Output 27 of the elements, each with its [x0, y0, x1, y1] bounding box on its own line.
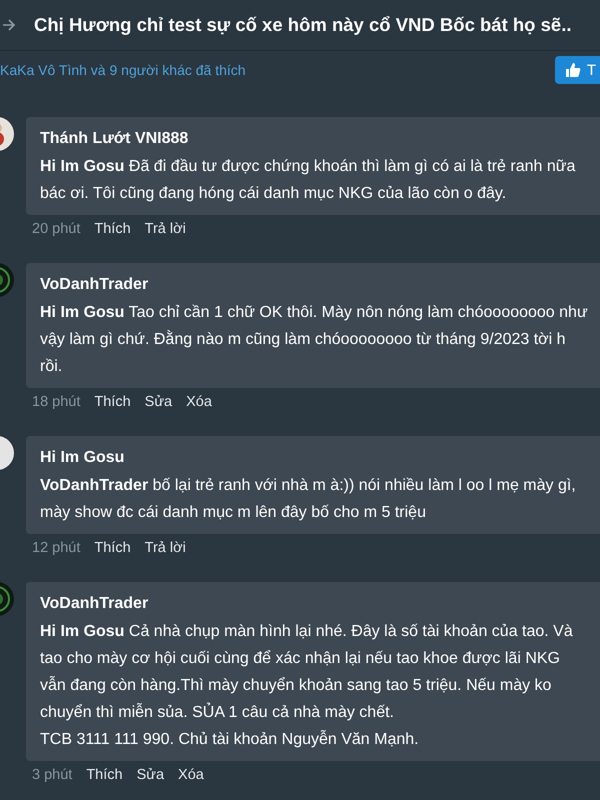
comment-action-link[interactable]: Thích [94, 540, 131, 556]
comment-time: 18 phút [32, 394, 80, 410]
likes-link[interactable]: KaKa Vô Tình và 9 người khác đã thích [0, 62, 246, 78]
comment-time: 20 phút [32, 221, 80, 237]
comment-text: Hi Im Gosu Cả nhà chụp màn hình lại nhé. Đây là số tài khoản của tao. Và tao cho mày cơ hội cuối cùng để xác nhận lại nếu tao khoe được lãi NKG vẫn đang còn hàng.Thì mày chuyển khoản sang tao 5 triệu. Nếu mày ko chuyển thì miễn sủa. SỦA 1 câu cả nhà mày chết. TCB 3111 111 990. Chủ tài khoản Nguyễn Văn Mạnh. [40, 622, 574, 750]
comment-author[interactable]: VoDanhTrader [40, 273, 588, 297]
comment-text: Hi Im Gosu Tao chỉ cần 1 chữ OK thôi. Mày nôn nóng làm chóoooooooo như vậy làm gì chứ. Đằng nào m cũng làm chóoooooooo từ tháng 9/2023 tời h rồi. [40, 303, 588, 377]
comment-time: 3 phút [32, 767, 72, 783]
arrow-icon[interactable] [2, 18, 16, 32]
comment-time: 12 phút [32, 540, 80, 556]
comment-action-link[interactable]: Thích [86, 767, 123, 783]
comment-action-link[interactable]: Thích [94, 221, 131, 237]
comment-action-link[interactable]: Thích [94, 394, 131, 410]
comment-action-link[interactable]: Xóa [186, 394, 212, 410]
like-button[interactable]: T [554, 56, 600, 84]
post-title: Chị Hương chỉ test sự cố xe hôm này cổ VND Bốc bát họ sẽ.. [34, 14, 572, 36]
comment-text: Hi Im Gosu Đã đi đầu tư được chứng khoán thì làm gì có ai là trẻ ranh nữa bác ơi. Tôi cũng đang hóng cái danh mục NKG của lão còn o đây. [40, 157, 576, 204]
comment-author[interactable]: Thánh Lướt VNI888 [40, 127, 588, 151]
comment-action-link[interactable]: Sửa [144, 394, 172, 410]
comment-text: VoDanhTrader bố lại trẻ ranh với nhà m à:)) nói nhiều làm l oo l mẹ mày gì, mày show đc cái danh mục m lên đây bố cho m 5 triệu [40, 476, 577, 523]
thumbs-up-icon [564, 62, 581, 78]
comment-action-link[interactable]: Sửa [136, 767, 164, 783]
comment-action-link[interactable]: Trả lời [144, 540, 186, 556]
comment-action-link[interactable]: Trả lời [144, 221, 186, 237]
comment-author[interactable]: Hi Im Gosu [40, 446, 588, 470]
comment-author[interactable]: VoDanhTrader [40, 592, 588, 616]
comment-action-link[interactable]: Xóa [178, 767, 204, 783]
